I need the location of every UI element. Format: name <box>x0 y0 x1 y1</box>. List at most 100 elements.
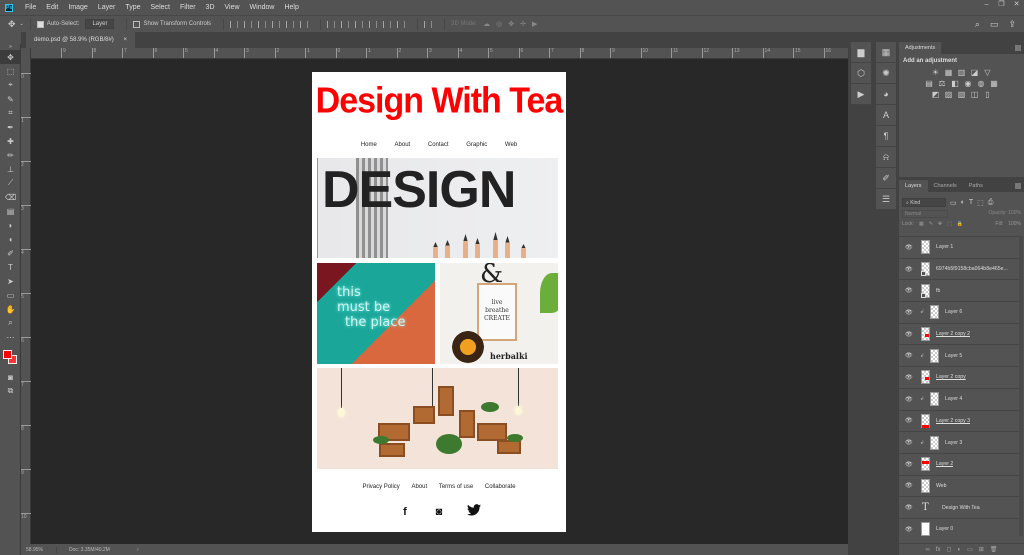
visibility-eye-icon[interactable]: 👁 <box>905 287 917 294</box>
visibility-eye-icon[interactable]: 👁 <box>905 482 917 489</box>
photo-filter-icon[interactable]: ◉ <box>964 80 973 88</box>
black-white-icon[interactable]: ◧ <box>951 80 960 88</box>
color-lookup-icon[interactable]: ▦ <box>990 80 999 88</box>
align-left-icon[interactable] <box>272 20 281 28</box>
workspace-icon[interactable]: ▭ <box>990 19 999 30</box>
3d-pan-icon[interactable]: ✥ <box>508 20 514 28</box>
pen-tool[interactable]: ✐ <box>0 246 21 260</box>
layer-row[interactable]: 👁 Layer 2 copy 2 <box>899 322 1019 345</box>
marquee-tool[interactable]: ⬚ <box>0 64 21 78</box>
tab-adjustments[interactable]: Adjustments <box>899 42 942 54</box>
healing-brush-tool[interactable]: ✚ <box>0 134 21 148</box>
visibility-eye-icon[interactable]: 👁 <box>905 374 917 381</box>
layer-row[interactable]: 👁 Web <box>899 474 1019 497</box>
more-tools-icon[interactable]: ⋯ <box>0 330 21 344</box>
brush-settings-icon[interactable]: ✐ <box>876 168 896 189</box>
status-menu-arrow[interactable]: › <box>137 547 139 553</box>
layer-row[interactable]: 👁 Layer 2 copy <box>899 366 1019 388</box>
gradient-tool[interactable]: ▤ <box>0 204 21 218</box>
menu-window[interactable]: Window <box>250 4 275 11</box>
chevron-down-icon[interactable]: ⌄ <box>20 21 24 27</box>
auto-align-icon[interactable] <box>424 20 433 28</box>
share-icon[interactable]: ⇪ <box>1008 19 1016 30</box>
visibility-eye-icon[interactable]: 👁 <box>905 526 917 533</box>
auto-select-checkbox[interactable] <box>36 20 44 28</box>
3d-roll-icon[interactable]: ◎ <box>496 20 502 28</box>
vibrance-icon[interactable]: ▽ <box>983 69 992 77</box>
layer-row[interactable]: 👁 Layer 0 <box>899 517 1019 540</box>
levels-icon[interactable]: ▦ <box>944 69 953 77</box>
layer-row[interactable]: 👁 Layer 1 <box>899 236 1019 258</box>
filter-pixel-icon[interactable]: ▭ <box>950 199 957 207</box>
foreground-color-swatch[interactable] <box>3 350 12 359</box>
clone-stamp-tool[interactable]: ⊥ <box>0 162 21 176</box>
move-tool[interactable]: ✥ <box>0 50 21 64</box>
visibility-eye-icon[interactable]: 👁 <box>905 417 917 424</box>
layers-scrollbar[interactable] <box>1019 236 1023 536</box>
layer-row[interactable]: 👁 6974b5f9158cba064b8e465e... <box>899 257 1019 280</box>
color-palette-icon[interactable]: ◕ <box>876 84 896 105</box>
filter-type-icon[interactable]: T <box>969 199 973 206</box>
menu-type[interactable]: Type <box>125 4 140 11</box>
invert-icon[interactable]: ◩ <box>931 91 940 99</box>
distribute-right-icon[interactable] <box>397 20 406 28</box>
channel-mixer-icon[interactable]: ◍ <box>977 80 986 88</box>
history-brush-tool[interactable]: ⟋ <box>0 176 21 190</box>
new-adjustment-layer-icon[interactable]: ◐ <box>957 547 961 553</box>
eraser-tool[interactable]: ⌫ <box>0 190 21 204</box>
hue-saturation-icon[interactable]: ▤ <box>925 80 934 88</box>
lock-position-icon[interactable]: ✥ <box>938 221 942 227</box>
new-group-icon[interactable]: ▭ <box>967 546 973 553</box>
layer-row[interactable]: 👁 fb <box>899 279 1019 301</box>
layer-row[interactable]: 👁 ↲ Layer 6 <box>899 301 1019 323</box>
rectangle-tool[interactable]: ▭ <box>0 288 21 302</box>
filter-adjustment-icon[interactable]: ◐ <box>961 199 965 206</box>
panel-menu-icon[interactable] <box>1015 45 1021 51</box>
visibility-eye-icon[interactable]: 👁 <box>905 309 917 316</box>
3d-icon[interactable]: ⬡ <box>851 63 871 84</box>
layer-style-icon[interactable]: fx <box>936 547 941 553</box>
layer-row[interactable]: 👁 ↲ Layer 3 <box>899 431 1019 453</box>
align-bottom-icon[interactable] <box>258 20 267 28</box>
histogram-icon[interactable]: ▆ <box>851 42 871 63</box>
lock-paint-icon[interactable]: ✎ <box>929 221 933 227</box>
path-selection-tool[interactable]: ➤ <box>0 274 21 288</box>
brightness-icon[interactable]: ✺ <box>876 63 896 84</box>
menu-view[interactable]: View <box>225 4 240 11</box>
screen-mode-icon[interactable]: ⧉ <box>0 384 21 398</box>
distribute-bottom-icon[interactable] <box>355 20 364 28</box>
lock-artboard-icon[interactable]: ⬚ <box>947 221 952 227</box>
blur-tool[interactable]: ◗ <box>0 218 21 232</box>
paragraph-icon[interactable]: ¶ <box>876 126 896 147</box>
restore-button[interactable]: ❐ <box>994 0 1009 10</box>
visibility-eye-icon[interactable]: 👁 <box>905 396 917 403</box>
menu-select[interactable]: Select <box>151 4 170 11</box>
layer-row[interactable]: 👁 ↲ Layer 5 <box>899 344 1019 366</box>
glyphs-icon[interactable]: ⍾ <box>876 147 896 168</box>
close-tab-icon[interactable]: × <box>123 37 127 43</box>
crop-tool[interactable]: ⌗ <box>0 106 21 120</box>
align-top-icon[interactable] <box>230 20 239 28</box>
menu-help[interactable]: Help <box>284 4 298 11</box>
dodge-tool[interactable]: ◖ <box>0 232 21 246</box>
document-tab[interactable]: demo.psd @ 58.9% (RGB/8#) × <box>26 32 135 48</box>
eyedropper-tool[interactable]: ✒ <box>0 120 21 134</box>
menu-image[interactable]: Image <box>68 4 87 11</box>
visibility-eye-icon[interactable]: 👁 <box>905 352 917 359</box>
filter-smart-object-icon[interactable]: ⎙ <box>988 199 994 207</box>
3d-camera-icon[interactable]: ▶ <box>532 20 537 28</box>
show-transform-checkbox[interactable] <box>133 20 141 28</box>
align-vcenter-icon[interactable] <box>244 20 253 28</box>
menu-edit[interactable]: Edit <box>46 4 58 11</box>
quick-selection-tool[interactable]: ✎ <box>0 92 21 106</box>
hand-tool[interactable]: ✋ <box>0 302 21 316</box>
play-icon[interactable]: ▶ <box>851 84 871 105</box>
exposure-icon[interactable]: ◪ <box>970 69 979 77</box>
color-balance-icon[interactable]: ⚖ <box>938 80 947 88</box>
search-icon[interactable]: ⌕ <box>975 19 980 30</box>
type-tool[interactable]: T <box>0 260 21 274</box>
grid-icon[interactable]: ▦ <box>876 42 896 63</box>
align-right-icon[interactable] <box>300 20 309 28</box>
brush-tool[interactable]: ✏ <box>0 148 21 162</box>
canvas-area[interactable]: Design With Tea Home About Contact Graph… <box>31 59 881 544</box>
